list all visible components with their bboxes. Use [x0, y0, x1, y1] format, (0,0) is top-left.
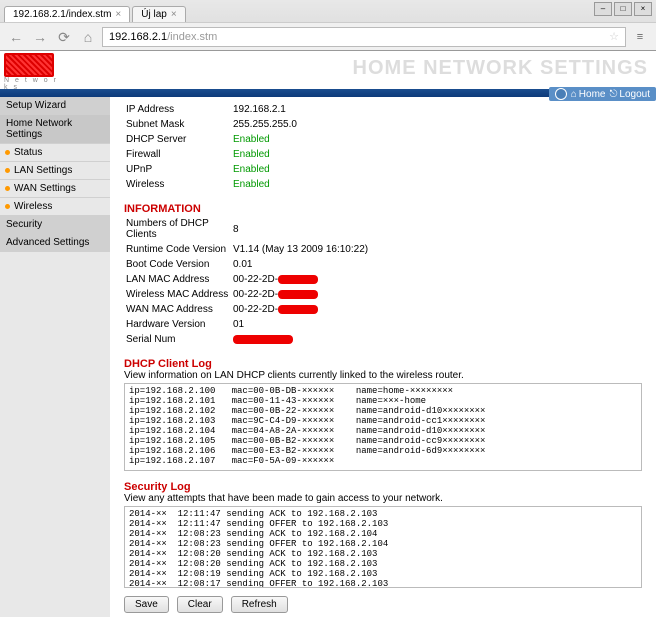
row-value: 00-22-2D-	[233, 288, 640, 301]
page-header: N e t w o r k s HOME NETWORK SETTINGS	[0, 51, 656, 89]
row-label: IP Address	[126, 103, 231, 116]
row-label: WAN MAC Address	[126, 303, 231, 316]
home-link[interactable]: ⌂ Home	[571, 89, 606, 100]
minimize-button[interactable]: –	[594, 2, 612, 16]
row-label: Boot Code Version	[126, 258, 231, 271]
tab-close-icon[interactable]: ×	[115, 9, 121, 20]
refresh-button[interactable]: Refresh	[231, 596, 288, 613]
home-button[interactable]: ⌂	[78, 27, 98, 47]
clear-button[interactable]: Clear	[177, 596, 223, 613]
security-log-heading: Security Log	[124, 481, 642, 493]
row-label: Wireless MAC Address	[126, 288, 231, 301]
table-row: UPnPEnabled	[126, 163, 640, 176]
maximize-button[interactable]: □	[614, 2, 632, 16]
row-value: 01	[233, 318, 640, 331]
logout-link[interactable]: ⎋ Logout	[609, 89, 650, 100]
globe-icon	[555, 88, 567, 100]
row-value: 255.255.255.0	[233, 118, 640, 131]
dhcp-log-subtitle: View information on LAN DHCP clients cur…	[124, 370, 642, 381]
page-title: HOME NETWORK SETTINGS	[353, 57, 648, 80]
bookmark-icon[interactable]: ☆	[609, 28, 619, 46]
table-row: WAN MAC Address00-22-2D-	[126, 303, 640, 316]
row-label: DHCP Server	[126, 133, 231, 146]
url-bar[interactable]: 192.168.2.1/index.stm ☆	[102, 27, 626, 47]
tab-title: 192.168.2.1/index.stm	[13, 9, 111, 20]
row-value: 0.01	[233, 258, 640, 271]
row-label: Wireless	[126, 178, 231, 191]
row-label: Firewall	[126, 148, 231, 161]
status-table: IP Address192.168.2.1Subnet Mask255.255.…	[124, 101, 642, 193]
row-label: Subnet Mask	[126, 118, 231, 131]
sidebar-item[interactable]: Wireless	[0, 198, 110, 216]
url-path: /index.stm	[167, 28, 217, 46]
main-content: IP Address192.168.2.1Subnet Mask255.255.…	[110, 97, 656, 617]
row-value: 00-22-2D-	[233, 273, 640, 286]
row-value: Enabled	[233, 148, 640, 161]
window-controls: – □ ×	[594, 2, 652, 16]
table-row: Hardware Version01	[126, 318, 640, 331]
table-row: DHCP ServerEnabled	[126, 133, 640, 146]
row-value: Enabled	[233, 133, 640, 146]
table-row: Runtime Code VersionV1.14 (May 13 2009 1…	[126, 243, 640, 256]
close-button[interactable]: ×	[634, 2, 652, 16]
tab-close-icon[interactable]: ×	[171, 9, 177, 20]
row-label: Serial Num	[126, 333, 231, 346]
back-button[interactable]: ←	[6, 27, 26, 47]
row-label: Runtime Code Version	[126, 243, 231, 256]
table-row: WirelessEnabled	[126, 178, 640, 191]
row-label: UPnP	[126, 163, 231, 176]
information-table: Numbers of DHCP Clients8Runtime Code Ver…	[124, 215, 642, 348]
sidebar-item[interactable]: LAN Settings	[0, 162, 110, 180]
nav-bar: ← → ⟳ ⌂ 192.168.2.1/index.stm ☆ ≡	[0, 22, 656, 50]
reload-button[interactable]: ⟳	[54, 27, 74, 47]
row-value: V1.14 (May 13 2009 16:10:22)	[233, 243, 640, 256]
url-host: 192.168.2.1	[109, 28, 167, 46]
row-value: Enabled	[233, 163, 640, 176]
tab-title: Új lap	[141, 9, 167, 20]
button-row: Save Clear Refresh	[124, 596, 642, 613]
browser-tab[interactable]: 192.168.2.1/index.stm ×	[4, 6, 130, 22]
table-row: Wireless MAC Address00-22-2D-	[126, 288, 640, 301]
save-button[interactable]: Save	[124, 596, 169, 613]
logo: N e t w o r k s	[4, 53, 60, 91]
sidebar-item[interactable]: Security	[0, 216, 110, 234]
row-label: Hardware Version	[126, 318, 231, 331]
row-value: 8	[233, 217, 640, 241]
header-bar: ⌂ Home ⎋ Logout	[0, 89, 656, 97]
table-row: LAN MAC Address00-22-2D-	[126, 273, 640, 286]
sidebar-item[interactable]: Setup Wizard	[0, 97, 110, 115]
sidebar: Setup WizardHome Network SettingsStatusL…	[0, 97, 110, 617]
security-log-subtitle: View any attempts that have been made to…	[124, 493, 642, 504]
browser-tab[interactable]: Új lap ×	[132, 6, 185, 22]
sidebar-item[interactable]: Status	[0, 144, 110, 162]
sidebar-item[interactable]: Advanced Settings	[0, 234, 110, 252]
sidebar-item[interactable]: Home Network Settings	[0, 115, 110, 144]
browser-chrome: – □ × 192.168.2.1/index.stm ×Új lap × ← …	[0, 0, 656, 51]
table-row: IP Address192.168.2.1	[126, 103, 640, 116]
user-bar: ⌂ Home ⎋ Logout	[549, 87, 656, 101]
table-row: Serial Num	[126, 333, 640, 346]
dhcp-log-heading: DHCP Client Log	[124, 358, 642, 370]
table-row: FirewallEnabled	[126, 148, 640, 161]
row-label: LAN MAC Address	[126, 273, 231, 286]
dhcp-log-box[interactable]: ip=192.168.2.100 mac=00-0B-DB-×××××× nam…	[124, 383, 642, 471]
security-log-box[interactable]: 2014-×× 12:11:47 sending ACK to 192.168.…	[124, 506, 642, 588]
row-label: Numbers of DHCP Clients	[126, 217, 231, 241]
information-heading: INFORMATION	[124, 203, 642, 215]
row-value: 00-22-2D-	[233, 303, 640, 316]
row-value	[233, 333, 640, 346]
table-row: Subnet Mask255.255.255.0	[126, 118, 640, 131]
tab-bar: 192.168.2.1/index.stm ×Új lap ×	[0, 0, 656, 22]
sidebar-item[interactable]: WAN Settings	[0, 180, 110, 198]
menu-icon[interactable]: ≡	[630, 31, 650, 43]
row-value: 192.168.2.1	[233, 103, 640, 116]
forward-button[interactable]: →	[30, 27, 50, 47]
row-value: Enabled	[233, 178, 640, 191]
table-row: Numbers of DHCP Clients8	[126, 217, 640, 241]
table-row: Boot Code Version0.01	[126, 258, 640, 271]
